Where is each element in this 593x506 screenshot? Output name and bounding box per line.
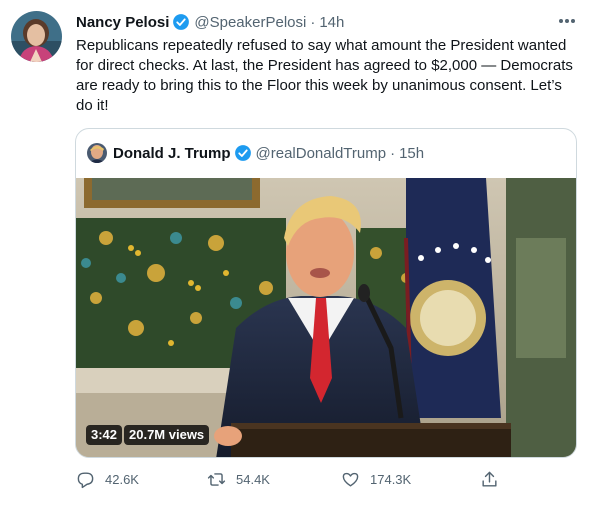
- avatar[interactable]: [11, 11, 62, 62]
- reply-button[interactable]: 42.6K: [76, 470, 139, 489]
- author-handle[interactable]: @SpeakerPelosi: [194, 14, 306, 31]
- quoted-header: Donald J. Trump @realDonaldTrump · 15h: [87, 142, 424, 164]
- action-bar: 42.6K 54.4K 174.3K: [76, 470, 506, 492]
- like-button[interactable]: 174.3K: [341, 470, 411, 489]
- quoted-handle[interactable]: @realDonaldTrump: [256, 145, 387, 162]
- tweet-text: Republicans repeatedly refused to say wh…: [76, 37, 573, 114]
- retweet-icon: [207, 473, 226, 486]
- video-views-badge: 20.7M views: [124, 425, 210, 445]
- like-count: 174.3K: [370, 472, 412, 487]
- retweet-button[interactable]: 54.4K: [207, 470, 270, 489]
- verified-badge-icon: [172, 13, 190, 31]
- tweet: Nancy Pelosi @SpeakerPelosi · 14h Republ…: [0, 0, 593, 506]
- separator-dot: ·: [310, 13, 316, 31]
- author-name[interactable]: Nancy Pelosi: [76, 14, 169, 31]
- separator-dot: ·: [390, 144, 396, 162]
- share-icon: [482, 471, 497, 487]
- video-duration-badge: 3:42: [86, 425, 123, 445]
- reply-icon: [77, 472, 94, 489]
- more-icon[interactable]: [556, 10, 578, 32]
- quoted-avatar[interactable]: [87, 143, 107, 163]
- quoted-name[interactable]: Donald J. Trump: [113, 145, 231, 162]
- retweet-count: 54.4K: [236, 472, 270, 487]
- quoted-tweet[interactable]: Donald J. Trump @realDonaldTrump · 15h 3…: [75, 128, 577, 458]
- video-thumbnail: [76, 178, 576, 457]
- share-button[interactable]: [480, 470, 509, 489]
- video-player[interactable]: 3:42 20.7M views: [76, 178, 576, 457]
- verified-badge-icon: [234, 144, 252, 162]
- quoted-timestamp[interactable]: 15h: [399, 145, 424, 162]
- reply-count: 42.6K: [105, 472, 139, 487]
- timestamp[interactable]: 14h: [319, 14, 344, 31]
- like-icon: [342, 472, 359, 487]
- tweet-header: Nancy Pelosi @SpeakerPelosi · 14h: [76, 12, 344, 32]
